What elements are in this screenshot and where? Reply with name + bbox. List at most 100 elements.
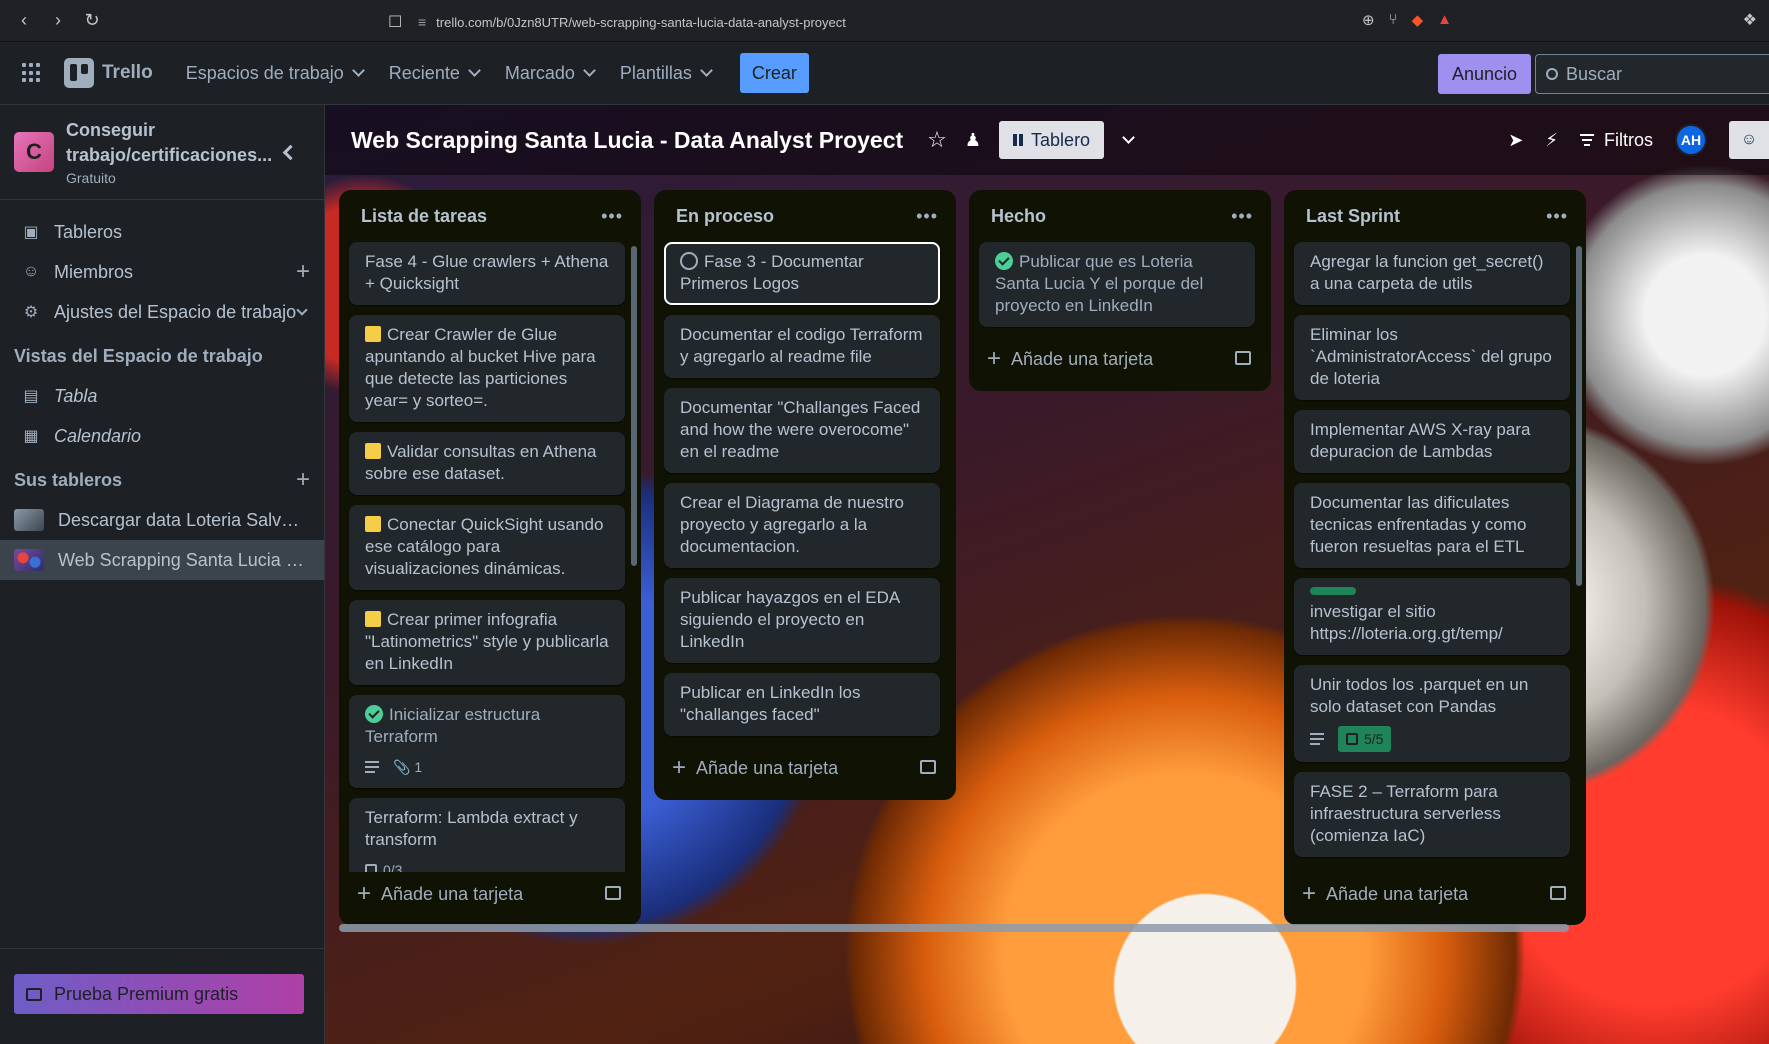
card[interactable]: Implementar AWS X-ray para depuracion de… xyxy=(1294,410,1570,473)
add-member-icon[interactable]: + xyxy=(296,258,310,286)
search-input[interactable]: Buscar xyxy=(1535,54,1769,94)
card[interactable]: Unir todos los .parquet en un solo datas… xyxy=(1294,665,1570,762)
card[interactable]: Conectar QuickSight usando ese catálogo … xyxy=(349,505,625,590)
list-menu-icon[interactable]: ••• xyxy=(601,206,623,227)
browser-toolbar: ‹ › ↻ ☐ ≡ trello.com/b/0Jzn8UTR/web-scra… xyxy=(0,0,1769,42)
avatar[interactable]: AH xyxy=(1675,124,1707,156)
announce-button[interactable]: Anuncio xyxy=(1438,54,1532,94)
create-button[interactable]: Crear xyxy=(739,53,809,93)
site-settings-icon[interactable]: ≡ xyxy=(418,14,426,30)
card[interactable]: Agregar la funcion get_secret() a una ca… xyxy=(1294,242,1570,305)
card-title: Agregar la funcion get_secret() a una ca… xyxy=(1310,252,1544,293)
list-menu-icon[interactable]: ••• xyxy=(1546,206,1568,227)
card[interactable]: Crear el Diagrama de nuestro proyecto y … xyxy=(664,483,940,568)
sidebar-board-item-active[interactable]: Web Scrapping Santa Lucia - D... xyxy=(0,540,324,580)
forward-icon[interactable]: › xyxy=(48,10,68,31)
card[interactable]: Terraform: Lambda extract y transform 0/… xyxy=(349,798,625,872)
chevron-down-icon xyxy=(351,64,365,77)
bookmark-icon[interactable]: ☐ xyxy=(388,12,402,32)
automation-icon[interactable]: ⚡ xyxy=(1545,130,1558,151)
app-switcher-icon[interactable] xyxy=(22,63,42,83)
menu-templates[interactable]: Plantillas xyxy=(607,53,724,93)
share-board-button[interactable]: ☺ xyxy=(1729,121,1769,159)
filters-label: Filtros xyxy=(1604,129,1653,150)
add-card-button[interactable]: + Añade una tarjeta xyxy=(654,746,956,790)
filters-button[interactable]: Filtros xyxy=(1580,130,1653,151)
card[interactable]: Documentar las dificulates tecnicas enfr… xyxy=(1294,483,1570,568)
list-menu-icon[interactable]: ••• xyxy=(1231,206,1253,227)
zoom-icon[interactable]: ⊕ xyxy=(1362,11,1375,29)
add-card-label: Añade una tarjeta xyxy=(696,757,839,778)
star-icon[interactable]: ☆ xyxy=(927,127,947,153)
trello-logo[interactable]: Trello xyxy=(64,58,153,88)
reload-icon[interactable]: ↻ xyxy=(82,10,102,31)
gear-icon: ⚙ xyxy=(23,304,39,321)
card-template-icon[interactable] xyxy=(1550,886,1566,900)
sidebar-item-boards[interactable]: ▣ Tableros xyxy=(0,212,324,252)
card[interactable]: FASE 2 – Terraform para infraestructura … xyxy=(1294,772,1570,857)
card[interactable]: Fase 4 - Glue crawlers + Athena + Quicks… xyxy=(349,242,625,305)
collapse-sidebar-icon[interactable] xyxy=(282,144,299,161)
card[interactable]: Inicializar estructura Terraform 📎 1 xyxy=(349,695,625,788)
sidebar-item-label: Calendario xyxy=(54,425,142,446)
extensions-icon[interactable]: ❖ xyxy=(1743,10,1757,30)
add-card-button[interactable]: + Añade una tarjeta xyxy=(339,872,641,916)
board-horizontal-scrollbar[interactable] xyxy=(325,920,1769,934)
add-board-icon[interactable]: + xyxy=(296,466,310,494)
board-view-button[interactable]: Tablero xyxy=(999,121,1105,159)
card[interactable]: Crear Crawler de Glue apuntando al bucke… xyxy=(349,315,625,422)
plus-icon: + xyxy=(987,345,1002,372)
premium-trial-button[interactable]: Prueba Premium gratis xyxy=(14,974,304,1014)
list-menu-icon[interactable]: ••• xyxy=(916,206,938,227)
card[interactable]: Documentar el codigo Terraform y agregar… xyxy=(664,315,940,378)
list-title[interactable]: En proceso xyxy=(676,206,774,227)
menu-workspaces[interactable]: Espacios de trabajo xyxy=(173,53,376,93)
sidebar-item-table[interactable]: ▤ Tabla xyxy=(0,376,324,416)
visibility-icon[interactable]: ♟ xyxy=(965,130,981,151)
card-title: Inicializar estructura Terraform xyxy=(365,705,541,746)
menu-recent[interactable]: Reciente xyxy=(376,53,492,93)
add-card-button[interactable]: + Añade una tarjeta xyxy=(1284,872,1586,916)
board-title[interactable]: Web Scrapping Santa Lucia - Data Analyst… xyxy=(351,127,903,154)
card-title: Documentar el codigo Terraform y agregar… xyxy=(680,325,923,366)
list-title[interactable]: Last Sprint xyxy=(1306,206,1400,227)
card[interactable]: investigar el sitio https://loteria.org.… xyxy=(1294,578,1570,655)
card[interactable]: Validar consultas en Athena sobre ese da… xyxy=(349,432,625,495)
chevron-down-icon xyxy=(583,64,596,77)
address-bar[interactable]: ≡ trello.com/b/0Jzn8UTR/web-scrapping-sa… xyxy=(418,8,1398,36)
add-card-button[interactable]: + Añade una tarjeta xyxy=(969,337,1271,381)
power-ups-icon[interactable]: ➤ xyxy=(1508,130,1523,151)
sidebar-item-label: Miembros xyxy=(54,261,134,282)
card[interactable]: Documentar "Challanges Faced and how the… xyxy=(664,388,940,473)
share-icon[interactable]: ⑂ xyxy=(1389,11,1398,29)
filter-icon xyxy=(1580,134,1594,146)
card[interactable]: Publicar que es Loteria Santa Lucia Y el… xyxy=(979,242,1255,327)
list-scrollbar[interactable] xyxy=(631,246,637,866)
sidebar-item-settings[interactable]: ⚙ Ajustes del Espacio de trabajo xyxy=(0,292,324,332)
chevron-down-icon[interactable] xyxy=(1122,131,1135,144)
card[interactable]: Eliminar los `AdministratorAccess` del g… xyxy=(1294,315,1570,400)
card-template-icon[interactable] xyxy=(605,886,621,900)
back-icon[interactable]: ‹ xyxy=(14,10,34,31)
card[interactable]: Fase 3 - Documentar Primeros Logos xyxy=(664,242,940,305)
brave-rewards-icon[interactable]: ▲ xyxy=(1437,11,1452,29)
list-title[interactable]: Hecho xyxy=(991,206,1046,227)
menu-starred[interactable]: Marcado xyxy=(492,53,607,93)
sidebar-item-calendar[interactable]: ▦ Calendario xyxy=(0,416,324,456)
card[interactable]: Publicar en LinkedIn los "challanges fac… xyxy=(664,673,940,736)
sidebar-board-item[interactable]: Descargar data Loteria Salvad... xyxy=(0,500,324,540)
list-title[interactable]: Lista de tareas xyxy=(361,206,487,227)
complete-check-icon[interactable] xyxy=(365,705,383,723)
sidebar-item-members[interactable]: ☺ Miembros + xyxy=(0,252,324,292)
incomplete-circle-icon[interactable] xyxy=(680,252,698,270)
card-template-icon[interactable] xyxy=(920,760,936,774)
scrollbar-thumb[interactable] xyxy=(339,924,1569,932)
green-label[interactable] xyxy=(1310,587,1356,595)
list-scrollbar[interactable] xyxy=(1576,246,1582,866)
complete-check-icon[interactable] xyxy=(995,252,1013,270)
card-title: Fase 4 - Glue crawlers + Athena + Quicks… xyxy=(365,252,609,293)
brave-shield-icon[interactable]: ◆ xyxy=(1412,11,1424,29)
card[interactable]: Crear primer infografia "Latinometrics" … xyxy=(349,600,625,685)
card-template-icon[interactable] xyxy=(1235,351,1251,365)
card[interactable]: Publicar hayazgos en el EDA siguiendo el… xyxy=(664,578,940,663)
